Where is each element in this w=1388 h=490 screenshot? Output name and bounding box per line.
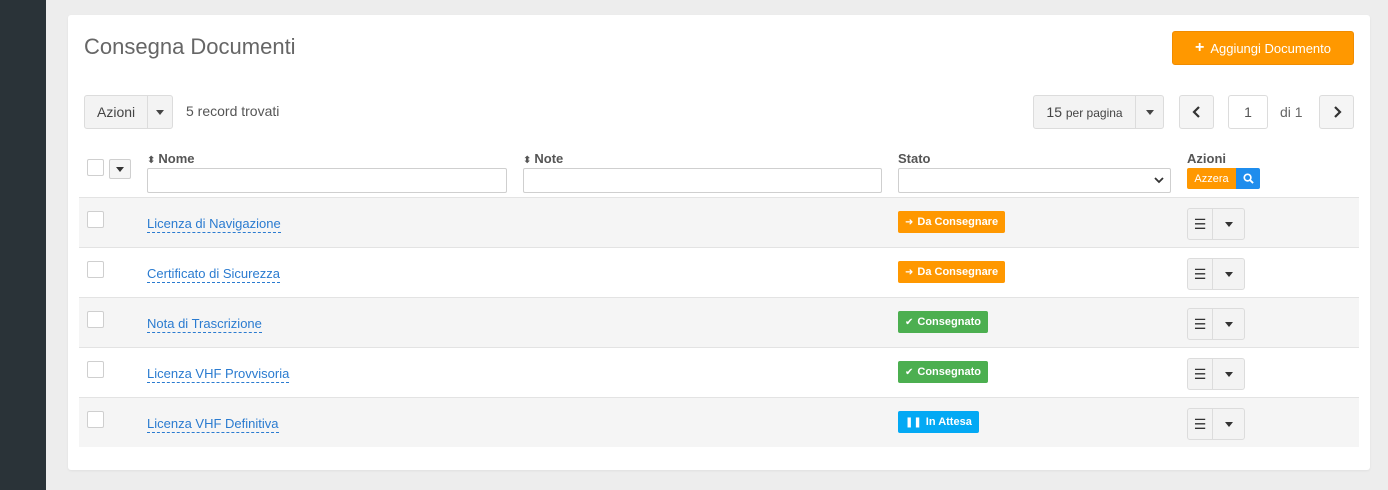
select-options-button[interactable] [109,159,131,179]
chevron-right-icon [1333,106,1342,118]
select-all-checkbox[interactable] [87,159,104,176]
table-row: Licenza VHF Definitiva ❚❚ In Attesa ☰ [79,397,1359,447]
row-actions-toggle[interactable] [1212,359,1244,389]
note-filter-input[interactable] [523,168,882,193]
menu-icon[interactable]: ☰ [1188,259,1212,289]
table-row: Licenza VHF Provvisoria ✔ Consegnato ☰ [79,347,1359,397]
per-page-number: 15 [1046,104,1062,120]
caret-down-icon [1224,271,1233,277]
add-document-label: Aggiungi Documento [1210,40,1332,56]
document-name-link[interactable]: Certificato di Sicurezza [147,266,280,283]
row-checkbox[interactable] [87,361,104,378]
chevron-left-icon [1191,106,1200,118]
row-actions-toggle[interactable] [1212,309,1244,339]
chevron-down-icon [1154,177,1164,184]
check-circle-icon: ✔ [905,316,914,328]
row-actions-dropdown[interactable]: ☰ [1187,258,1245,290]
document-name-link[interactable]: Nota di Trascrizione [147,316,262,333]
table-row: Licenza di Navigazione ➜ Da Consegnare ☰ [79,197,1359,247]
caret-down-icon [1224,221,1233,227]
caret-down-icon [1224,321,1233,327]
table-row: Nota di Trascrizione ✔ Consegnato ☰ [79,297,1359,347]
column-header-actions: Azioni [1187,151,1226,166]
column-header-name[interactable]: ⬍ Nome [147,151,195,166]
status-badge: ✔ Consegnato [898,311,988,333]
table-row: Certificato di Sicurezza ➜ Da Consegnare… [79,247,1359,297]
page-total: di 1 [1280,104,1303,120]
documents-table-body: Licenza di Navigazione ➜ Da Consegnare ☰… [79,197,1359,447]
page-number-input[interactable] [1228,95,1268,129]
next-page-button[interactable] [1319,95,1354,129]
menu-icon[interactable]: ☰ [1188,409,1212,439]
row-checkbox[interactable] [87,411,104,428]
pause-icon: ❚❚ [905,416,922,428]
main-panel: Consegna Documenti + Aggiungi Documento … [68,15,1370,470]
plus-icon: + [1194,39,1205,56]
search-button[interactable] [1236,168,1260,189]
bulk-actions-dropdown[interactable]: Azioni [84,95,174,129]
status-badge: ✔ Consegnato [898,361,988,383]
add-document-button[interactable]: + Aggiungi Documento [1172,31,1354,65]
caret-down-icon [1224,421,1233,427]
row-actions-toggle[interactable] [1212,259,1244,289]
status-filter-select[interactable] [898,168,1171,193]
row-actions-toggle[interactable] [1212,409,1244,439]
status-label: Da Consegnare [917,266,999,278]
records-count: 5 record trovati [186,103,280,119]
caret-down-icon [1224,371,1233,377]
prev-page-button[interactable] [1179,95,1214,129]
row-actions-toggle[interactable] [1212,209,1244,239]
check-circle-icon: ✔ [905,366,914,378]
per-page-select[interactable]: 15 per pagina [1033,95,1164,129]
row-checkbox[interactable] [87,261,104,278]
sign-in-icon: ➜ [905,216,914,228]
status-label: Consegnato [917,366,981,378]
name-filter-input[interactable] [147,168,507,193]
reset-filters-button[interactable]: Azzera [1187,168,1236,189]
column-header-status: Stato [898,151,931,166]
document-name-link[interactable]: Licenza VHF Provvisoria [147,366,290,383]
per-page-text: per pagina [1065,106,1123,120]
sort-icon: ⬍ [523,155,532,166]
status-badge: ➜ Da Consegnare [898,261,1006,283]
row-actions-dropdown[interactable]: ☰ [1187,308,1245,340]
status-badge: ❚❚ In Attesa [898,411,979,433]
status-badge: ➜ Da Consegnare [898,211,1006,233]
document-name-link[interactable]: Licenza di Navigazione [147,216,281,233]
sort-icon: ⬍ [147,155,156,166]
row-checkbox[interactable] [87,211,104,228]
menu-icon[interactable]: ☰ [1188,309,1212,339]
row-actions-dropdown[interactable]: ☰ [1187,208,1245,240]
caret-down-icon [116,166,124,172]
status-label: Consegnato [917,316,981,328]
page-title: Consegna Documenti [84,34,296,59]
column-header-note[interactable]: ⬍ Note [523,151,563,166]
menu-icon[interactable]: ☰ [1188,209,1212,239]
search-icon [1242,173,1254,184]
row-actions-dropdown[interactable]: ☰ [1187,358,1245,390]
document-name-link[interactable]: Licenza VHF Definitiva [147,416,279,433]
status-label: In Attesa [925,416,972,428]
menu-icon[interactable]: ☰ [1188,359,1212,389]
status-label: Da Consegnare [917,216,999,228]
sign-in-icon: ➜ [905,266,914,278]
bulk-actions-toggle[interactable] [147,96,172,128]
row-checkbox[interactable] [87,311,104,328]
sidebar [0,0,46,490]
per-page-toggle[interactable] [1135,96,1163,128]
caret-down-icon [1145,109,1154,115]
row-actions-dropdown[interactable]: ☰ [1187,408,1245,440]
caret-down-icon [156,109,165,115]
bulk-actions-label: Azioni [97,104,136,120]
